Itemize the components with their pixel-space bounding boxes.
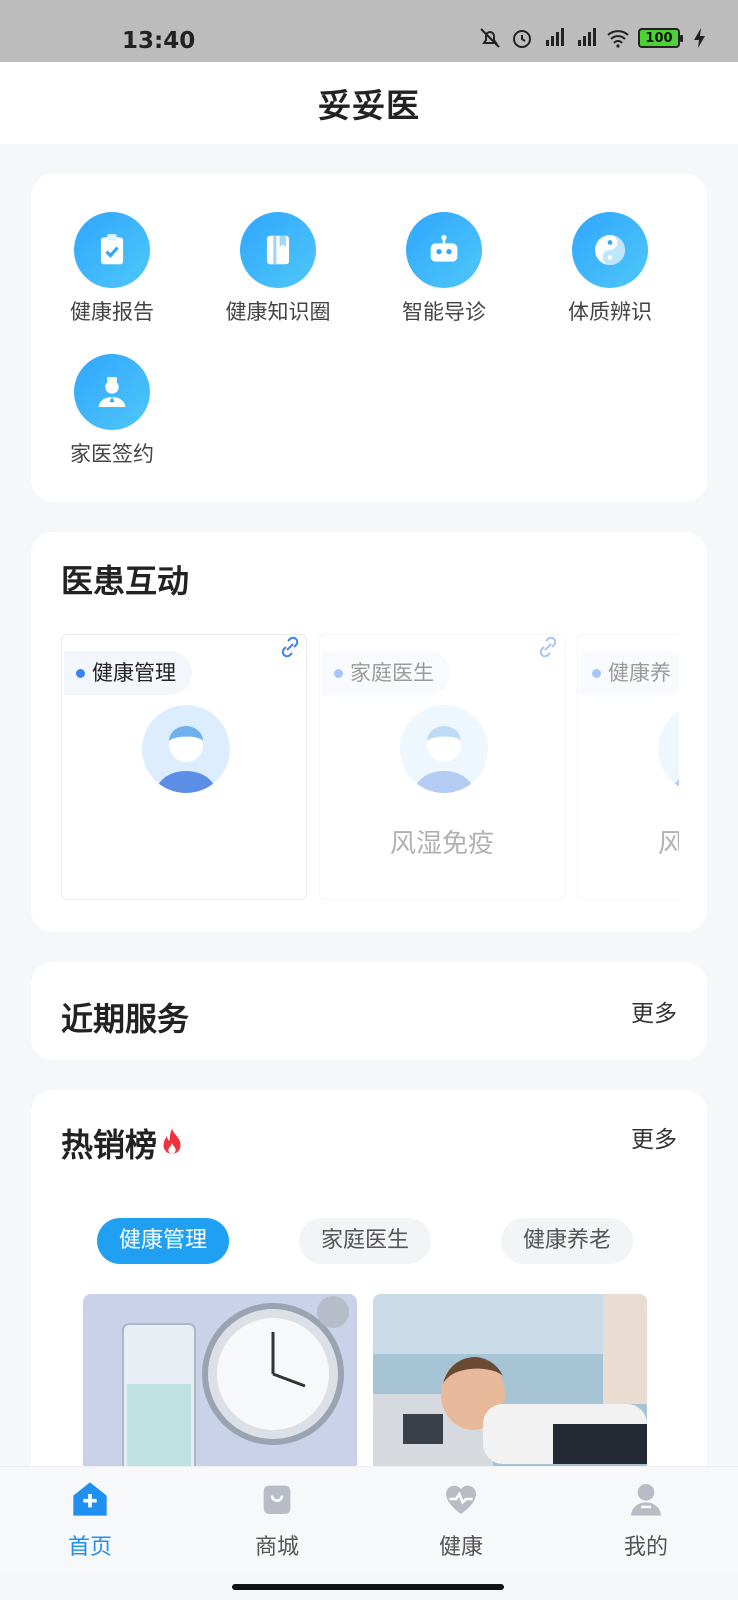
quick-action-constitution[interactable]: 体质辨识 bbox=[535, 212, 685, 326]
quick-action-knowledge[interactable]: 健康知识圈 bbox=[203, 212, 353, 326]
more-link[interactable]: 更多 bbox=[631, 1120, 677, 1154]
nav-label: 首页 bbox=[67, 1535, 112, 1560]
doctor-specialty: 风湿免疫 bbox=[389, 829, 494, 859]
doctor-carousel[interactable]: 健康管理 家庭医生 风湿免疫 健康养 风 bbox=[61, 634, 679, 902]
doctor-avatar bbox=[142, 705, 230, 793]
yin-yang-icon bbox=[572, 212, 648, 288]
section-title: 热销榜 bbox=[61, 1126, 158, 1164]
quick-action-label: 家医签约 bbox=[70, 442, 154, 466]
quick-action-health-report[interactable]: 健康报告 bbox=[37, 212, 187, 326]
nav-label: 商城 bbox=[254, 1535, 299, 1560]
section-title-wrap: 热销榜 bbox=[61, 1120, 187, 1166]
status-bar: 13:40 100 bbox=[0, 0, 738, 62]
quick-action-label: 体质辨识 bbox=[568, 300, 652, 324]
doctor-tag: 健康管理 bbox=[64, 651, 192, 695]
clipboard-check-icon bbox=[74, 212, 150, 288]
doctor-icon bbox=[74, 354, 150, 430]
app-header: 妥妥医 bbox=[0, 62, 738, 144]
hot-list-card: 热销榜 更多 健康管理 家庭医生 健康养老 bbox=[31, 1090, 707, 1510]
signal-hd-icon bbox=[546, 28, 564, 46]
quick-action-label: 健康知识圈 bbox=[225, 300, 331, 324]
product-image[interactable] bbox=[83, 1294, 357, 1484]
nav-profile[interactable]: 我的 bbox=[596, 1479, 696, 1561]
mute-bell-icon bbox=[480, 28, 500, 48]
doctor-card[interactable]: 健康养 风 bbox=[577, 634, 679, 900]
signal-hd-icon-2 bbox=[578, 28, 596, 46]
section-title: 近期服务 bbox=[61, 1000, 190, 1038]
quick-action-smart-triage[interactable]: 智能导诊 bbox=[369, 212, 519, 326]
section-title: 医患互动 bbox=[61, 562, 190, 600]
product-image[interactable] bbox=[373, 1294, 647, 1484]
doctor-avatar bbox=[400, 705, 488, 793]
more-link[interactable]: 更多 bbox=[631, 994, 677, 1028]
robot-icon bbox=[406, 212, 482, 288]
quick-action-label: 智能导诊 bbox=[402, 300, 486, 324]
home-plus-icon bbox=[73, 1482, 107, 1516]
doctor-tag: 家庭医生 bbox=[322, 651, 450, 695]
fire-icon bbox=[163, 1128, 181, 1154]
heart-pulse-icon bbox=[446, 1485, 476, 1514]
quick-action-label: 健康报告 bbox=[70, 300, 154, 324]
link-icon[interactable] bbox=[536, 635, 560, 659]
doctor-card[interactable]: 健康管理 bbox=[61, 634, 307, 900]
doctor-specialty: 风 bbox=[658, 829, 679, 859]
wifi-icon bbox=[607, 30, 629, 48]
tab-health-management[interactable]: 健康管理 bbox=[97, 1218, 230, 1264]
bottom-navigation: 首页 商城 健康 我的 bbox=[0, 1466, 738, 1572]
nav-home[interactable]: 首页 bbox=[40, 1479, 140, 1561]
status-icons: 100 bbox=[478, 26, 712, 50]
user-icon bbox=[631, 1484, 661, 1516]
tab-family-doctor[interactable]: 家庭医生 bbox=[299, 1218, 432, 1264]
nav-label: 健康 bbox=[438, 1535, 483, 1560]
book-icon bbox=[240, 212, 316, 288]
tab-elderly-care[interactable]: 健康养老 bbox=[501, 1218, 634, 1264]
interaction-card: 医患互动 健康管理 家庭医生 风湿免疫 健康养 风 bbox=[31, 532, 707, 932]
nav-health[interactable]: 健康 bbox=[411, 1479, 511, 1561]
doctor-card[interactable]: 家庭医生 风湿免疫 bbox=[319, 634, 565, 900]
quick-action-family-doctor[interactable]: 家医签约 bbox=[37, 354, 187, 468]
doctor-avatar bbox=[658, 705, 679, 793]
link-icon[interactable] bbox=[278, 635, 302, 659]
home-indicator[interactable] bbox=[232, 1584, 504, 1590]
page-title: 妥妥医 bbox=[318, 86, 420, 125]
doctor-tag: 健康养 bbox=[580, 651, 679, 695]
recent-services-card: 近期服务 更多 bbox=[31, 962, 707, 1060]
nav-shop[interactable]: 商城 bbox=[227, 1479, 327, 1561]
battery-icon: 100 bbox=[638, 28, 683, 48]
quick-actions-card: 健康报告 健康知识圈 智能导诊 体质辨识 家医签约 bbox=[31, 174, 707, 502]
battery-level: 100 bbox=[645, 30, 673, 46]
alarm-icon bbox=[513, 30, 531, 48]
shopping-bag-icon bbox=[263, 1485, 291, 1514]
charging-icon bbox=[694, 28, 705, 48]
status-time: 13:40 bbox=[122, 28, 196, 54]
hot-list-tabs: 健康管理 家庭医生 健康养老 bbox=[97, 1218, 641, 1264]
nav-label: 我的 bbox=[623, 1535, 668, 1560]
